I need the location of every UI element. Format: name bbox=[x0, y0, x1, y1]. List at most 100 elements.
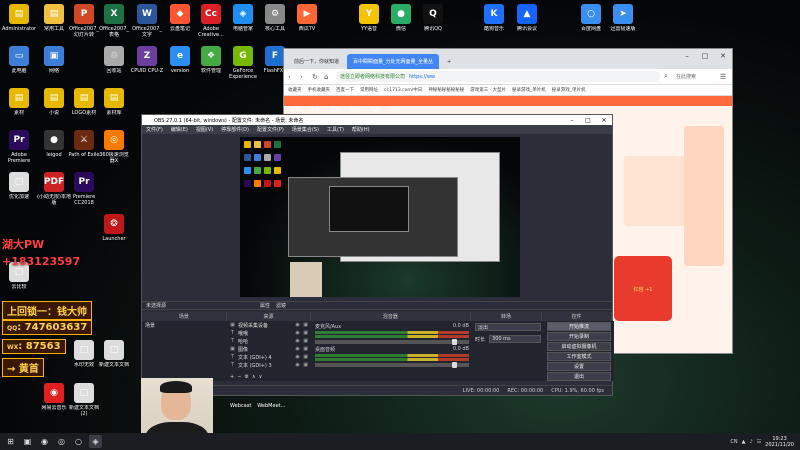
bookmark-item[interactable]: 手机收藏夹 bbox=[308, 87, 331, 93]
clock[interactable]: 19:23 2021/11/20 bbox=[765, 436, 794, 448]
duration-input[interactable]: 300 ms bbox=[489, 335, 541, 343]
source-visibility-lock-icons[interactable]: ◉ ▣ bbox=[295, 362, 312, 368]
obs-window[interactable]: OBS 27.0.1 (64-bit, windows) - 配置文件: 未命名… bbox=[141, 114, 614, 396]
desktop-icon[interactable]: ▤ 素材 bbox=[2, 88, 36, 116]
source-visibility-lock-icons[interactable]: ◉ ▣ bbox=[295, 346, 312, 352]
tray-icon[interactable]: ☷ bbox=[757, 439, 761, 445]
back-icon[interactable]: ‹ bbox=[288, 73, 296, 81]
minimize-icon[interactable]: – bbox=[678, 49, 696, 63]
desktop-icon[interactable]: W Office2007_文字 bbox=[130, 4, 164, 38]
refresh-icon[interactable]: ↻ bbox=[312, 73, 320, 81]
scene-item[interactable]: 场景 bbox=[142, 321, 227, 329]
new-tab-button[interactable]: + bbox=[441, 54, 457, 69]
source-item[interactable]: T 文本 (GDI+) 4 ◉ ▣ bbox=[227, 353, 312, 361]
obs-preview[interactable] bbox=[240, 137, 520, 297]
extensions-icon[interactable]: ☰ bbox=[720, 73, 728, 81]
desktop-icon[interactable]: ◉ 网易云音乐 bbox=[37, 383, 71, 411]
dock-tool-button[interactable]: − bbox=[237, 374, 241, 380]
desktop-icon[interactable]: □ 新建文本文档(2) bbox=[67, 383, 101, 417]
control-button[interactable]: 开始录制 bbox=[547, 332, 611, 341]
obs-menu-item[interactable]: 帮助(H) bbox=[352, 126, 370, 133]
desktop-icon[interactable]: Pr Adobe Premiere bbox=[2, 130, 36, 164]
forward-icon[interactable]: › bbox=[300, 73, 308, 81]
volume-slider-knob[interactable] bbox=[452, 339, 457, 345]
properties-button[interactable]: 属性 bbox=[260, 302, 270, 309]
desktop-icon[interactable]: ▭ 此电脑 bbox=[2, 46, 36, 74]
desktop-icon[interactable]: X Office2007_表格 bbox=[97, 4, 131, 38]
browser-tab-1[interactable]: 前后一下，你就知道 bbox=[288, 54, 345, 69]
obs-menu-item[interactable]: 场景集合(S) bbox=[292, 126, 319, 133]
obs-menu-item[interactable]: 视图(V) bbox=[196, 126, 213, 133]
desktop-icon[interactable]: ❖ 软件管理 bbox=[194, 46, 228, 74]
source-visibility-lock-icons[interactable]: ◉ ▣ bbox=[295, 330, 312, 336]
desktop-icon[interactable]: ▤ 常用工具 bbox=[37, 4, 71, 32]
desktop-icon[interactable]: Q 腾讯QQ bbox=[416, 4, 450, 32]
desktop-icon[interactable]: ● leigod bbox=[37, 130, 71, 158]
bookmark-item[interactable]: 收藏夹 bbox=[288, 87, 302, 93]
dock-tool-button[interactable]: ⚙ bbox=[244, 374, 248, 380]
source-visibility-lock-icons[interactable]: ◉ ▣ bbox=[295, 322, 312, 328]
desktop-icon[interactable]: ❂ Launcher bbox=[97, 214, 131, 242]
obs-menu-item[interactable]: 文件(F) bbox=[146, 126, 163, 133]
transition-select[interactable]: 淡出 bbox=[475, 323, 541, 331]
desktop-icon[interactable]: ▶ 西瓜TV bbox=[290, 4, 324, 32]
bookmark-item[interactable]: 常用网址 bbox=[360, 87, 378, 93]
tray-icon[interactable]: ♪ bbox=[749, 439, 752, 445]
desktop-icon[interactable]: K 酷狗音乐 bbox=[477, 4, 511, 32]
source-item[interactable]: T 哦哦 ◉ ▣ bbox=[227, 329, 312, 337]
desktop-icon[interactable]: ▣ 网络 bbox=[37, 46, 71, 74]
dock-tool-button[interactable]: ∨ bbox=[259, 374, 263, 380]
desktop-icon[interactable]: PDF (小助无限)本地版 bbox=[37, 172, 71, 206]
volume-slider-knob[interactable] bbox=[452, 362, 457, 368]
start-button[interactable]: ⊞ bbox=[4, 435, 17, 448]
bookmark-item[interactable]: 百度一下 bbox=[336, 87, 354, 93]
desktop-icon[interactable]: ⚙ 核心工具 bbox=[258, 4, 292, 32]
desktop-icon[interactable]: e version bbox=[163, 46, 197, 74]
maximize-icon[interactable]: □ bbox=[696, 49, 714, 63]
taskbar-app-button[interactable]: ▣ bbox=[21, 435, 34, 448]
control-button[interactable]: 工作室模式 bbox=[547, 352, 611, 361]
desktop-icon[interactable]: P Office2007_幻灯片转 bbox=[67, 4, 101, 38]
desktop-icon[interactable]: ▤ LOGO素材 bbox=[67, 88, 101, 116]
desktop-icon[interactable]: ◈ 电脑管家 bbox=[226, 4, 260, 32]
volume-slider[interactable] bbox=[315, 362, 469, 368]
control-button[interactable]: 设置 bbox=[547, 362, 611, 371]
minimize-icon[interactable]: – bbox=[564, 117, 580, 124]
obs-menu-item[interactable]: 工具(T) bbox=[327, 126, 344, 133]
desktop-icon[interactable]: ▤ 小说 bbox=[37, 88, 71, 116]
desktop-icon[interactable]: ➤ 迅雷极速版 bbox=[606, 4, 640, 32]
volume-slider[interactable] bbox=[315, 339, 469, 345]
control-button[interactable]: 启动虚拟摄像机 bbox=[547, 342, 611, 351]
bookmark-item[interactable]: 秘录游戏_单片机 bbox=[512, 87, 546, 93]
source-item[interactable]: ▣ 图像 ◉ ▣ bbox=[227, 345, 312, 353]
taskbar-app-button[interactable]: ◎ bbox=[55, 435, 68, 448]
bookmark-item[interactable]: 秘录游戏_单片机 bbox=[552, 87, 586, 93]
source-item[interactable]: ▣ 视频采集设备 ◉ ▣ bbox=[227, 321, 312, 329]
bookmark-item[interactable]: 游戏第三 · 大型片 bbox=[470, 87, 506, 93]
control-button[interactable]: 开始推流 bbox=[547, 322, 611, 331]
desktop-icon[interactable]: ▤ Administrator bbox=[2, 4, 36, 32]
desktop-icon[interactable]: ○ 百度网盘 bbox=[574, 4, 608, 32]
taskbar-app-button[interactable]: ◉ bbox=[38, 435, 51, 448]
source-item[interactable]: T 哈哈 ◉ ▣ bbox=[227, 337, 312, 345]
bookmark-item[interactable]: 神秘秘秘秘秘秘秘 bbox=[428, 87, 464, 93]
source-visibility-lock-icons[interactable]: ◉ ▣ bbox=[295, 338, 312, 344]
home-icon[interactable]: ⌂ bbox=[324, 73, 332, 81]
dock-tool-button[interactable]: ∧ bbox=[252, 374, 256, 380]
taskbar-app-button[interactable]: ◈ bbox=[89, 435, 102, 448]
search-box[interactable]: 在此搜索 bbox=[676, 73, 716, 80]
desktop-icon[interactable]: ◎ 360极速浏览器X bbox=[97, 130, 131, 164]
desktop-icon[interactable]: □ 优化加速 bbox=[2, 172, 36, 200]
browser-tab-2[interactable]: 百中瞬瞬面量_分处无网面量_全量丛 bbox=[347, 54, 440, 69]
close-icon[interactable]: ✕ bbox=[596, 117, 612, 124]
desktop-icon[interactable]: Y YY语音 bbox=[352, 4, 386, 32]
desktop-icon[interactable]: ▤ 素材库 bbox=[97, 88, 131, 116]
desktop-icon[interactable]: ◆ 云盘笔记 bbox=[163, 4, 197, 32]
source-item[interactable]: T 文本 (GDI+) 3 ◉ ▣ bbox=[227, 361, 312, 369]
desktop-icon[interactable]: □ 水印无效 bbox=[67, 340, 101, 368]
red-packet-promo[interactable]: 红包 +1 bbox=[614, 256, 672, 321]
desktop-icon[interactable]: Z CPUID CPU-Z bbox=[130, 46, 164, 74]
dock-tool-button[interactable]: + bbox=[230, 374, 234, 380]
desktop-icon[interactable]: ● 微信 bbox=[384, 4, 418, 32]
tray-icon[interactable]: ▲ bbox=[742, 439, 746, 445]
